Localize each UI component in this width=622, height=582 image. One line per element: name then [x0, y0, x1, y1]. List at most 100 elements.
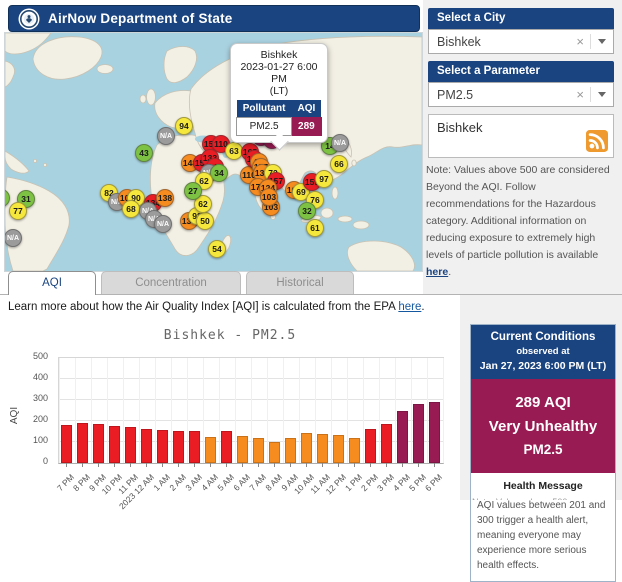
chart-bar — [125, 427, 136, 463]
rss-icon[interactable] — [586, 130, 608, 152]
y-axis-tick: 300 — [33, 393, 48, 403]
chart-bar — [365, 429, 376, 463]
current-conditions-header: Current Conditions observed at Jan 27, 2… — [471, 325, 615, 379]
chart-bar — [141, 429, 152, 463]
chart-bar — [173, 431, 184, 463]
chart-bar — [429, 402, 440, 463]
aqi-marker[interactable]: 94 — [175, 117, 193, 135]
aqi-marker[interactable]: 43 — [135, 144, 153, 162]
tab-concentration[interactable]: Concentration — [101, 271, 241, 294]
note-here-link[interactable]: here — [426, 266, 448, 278]
chart-bar — [397, 411, 408, 463]
state-department-seal-icon — [18, 8, 40, 30]
chart-bar — [317, 434, 328, 463]
current-aqi-category: Very Unhealthy — [474, 418, 612, 435]
chart-bar — [189, 431, 200, 463]
learn-more-here-link[interactable]: here — [398, 301, 421, 313]
chart-bar — [221, 431, 232, 463]
aqi-marker[interactable]: 77 — [9, 202, 27, 220]
popup-city: Bishkek — [235, 49, 323, 61]
chevron-down-icon[interactable] — [598, 39, 606, 44]
tab-aqi[interactable]: AQI — [8, 271, 96, 295]
y-axis-tick: 200 — [33, 414, 48, 424]
y-axis-label: AQI — [9, 407, 20, 424]
city-select[interactable]: Bishkek × — [428, 29, 614, 54]
chart-bar — [205, 437, 216, 463]
aqi-marker[interactable]: N/A — [154, 215, 172, 233]
chevron-down-icon[interactable] — [598, 92, 606, 97]
aqi-marker[interactable]: 66 — [330, 155, 348, 173]
clear-city-icon[interactable]: × — [570, 34, 591, 49]
y-axis-tick: 500 — [33, 351, 48, 361]
current-aqi-block: 289 AQI Very Unhealthy PM2.5 — [471, 379, 615, 473]
feed-box: Bishkek — [428, 114, 614, 158]
aqi-marker[interactable]: 138 — [156, 189, 174, 207]
y-axis-tick: 400 — [33, 372, 48, 382]
x-axis-labels: 7 PM8 PM9 PM10 PM11 PM2023 12 AM1 AM2 AM… — [58, 463, 442, 500]
chart-bar — [381, 424, 392, 463]
aqi-marker[interactable]: N/A — [157, 127, 175, 145]
learn-more-prefix: Learn more about how the Air Quality Ind… — [8, 301, 398, 313]
current-conditions-panel: Current Conditions observed at Jan 27, 2… — [470, 324, 616, 582]
clear-parameter-icon[interactable]: × — [570, 87, 591, 102]
aqi-marker[interactable]: 61 — [306, 219, 324, 237]
chart-title: Bishkek - PM2.5 — [4, 328, 456, 343]
note-suffix: . — [448, 266, 451, 278]
parameter-select-value: PM2.5 — [429, 88, 570, 102]
popup-table: Pollutant AQI PM2.5 289 — [236, 100, 322, 136]
chart-bar — [61, 425, 72, 463]
app-title: AirNow Department of State — [48, 11, 232, 26]
observed-at-value: Jan 27, 2023 6:00 PM (LT) — [474, 360, 612, 372]
x-axis-tick-label: 6 PM — [423, 472, 444, 493]
city-select-value: Bishkek — [429, 35, 570, 49]
chart-bar — [301, 433, 312, 463]
marker-layer: 3177N/A982N/A1019068134N/AN/AN/A13813998… — [5, 33, 422, 271]
chart-bar — [333, 435, 344, 463]
chart-bar — [413, 404, 424, 463]
aqi-marker[interactable]: N/A — [331, 134, 349, 152]
select-city-header: Select a City — [428, 8, 614, 29]
aqi-marker[interactable]: 97 — [315, 170, 333, 188]
observed-at-label: observed at — [474, 346, 612, 357]
chart-bar — [93, 424, 104, 463]
aqi-marker[interactable]: 68 — [122, 200, 140, 218]
chart-bar — [269, 442, 280, 463]
note-text: Note: Values above 500 are considered Be… — [426, 164, 610, 261]
chart-bar — [109, 426, 120, 463]
app-header: AirNow Department of State — [8, 5, 420, 32]
current-conditions-title: Current Conditions — [474, 331, 612, 343]
popup-lt: (LT) — [235, 85, 323, 97]
tab-bar: AQI Concentration Historical — [8, 271, 354, 295]
chart-bar — [77, 423, 88, 463]
current-aqi-parameter: PM2.5 — [474, 442, 612, 457]
aqi-marker[interactable]: 103 — [260, 188, 278, 206]
popup-pollutant-value: PM2.5 — [237, 118, 292, 136]
tab-historical[interactable]: Historical — [246, 271, 354, 294]
aqi-marker[interactable]: 54 — [208, 240, 226, 258]
aqi-marker[interactable]: N/A — [4, 229, 22, 247]
sidebar-note: Note: Values above 500 are considered Be… — [426, 162, 616, 281]
chart-bar — [349, 438, 360, 463]
learn-more-suffix: . — [421, 301, 424, 313]
select-parameter-header: Select a Parameter — [428, 61, 614, 82]
current-aqi-value: 289 AQI — [474, 394, 612, 411]
popup-col-pollutant: Pollutant — [237, 100, 292, 118]
health-message-title: Health Message — [477, 480, 609, 492]
world-map[interactable]: 3177N/A982N/A1019068134N/AN/AN/A13813998… — [4, 32, 423, 272]
chart-bar — [285, 438, 296, 463]
y-axis-tick: 0 — [43, 456, 48, 466]
learn-more-text: Learn more about how the Air Quality Ind… — [8, 301, 425, 313]
chart-bar — [237, 436, 248, 463]
popup-datetime: 2023-01-27 6:00 PM — [235, 61, 323, 85]
aqi-marker[interactable]: 9 — [4, 189, 10, 207]
aqi-marker[interactable]: 32 — [298, 202, 316, 220]
chart-bar — [253, 438, 264, 463]
parameter-select[interactable]: PM2.5 × — [428, 82, 614, 107]
health-message-text: AQI values between 201 and 300 trigger a… — [477, 498, 609, 573]
plot-area — [58, 357, 444, 464]
aqi-chart: Bishkek - PM2.5 AQI 0100200300400500 7 P… — [4, 318, 456, 500]
aqi-marker[interactable]: 50 — [196, 212, 214, 230]
health-message-section: Health Message AQI values between 201 an… — [471, 473, 615, 581]
popup-col-aqi: AQI — [292, 100, 322, 118]
aqi-marker[interactable]: 27 — [184, 182, 202, 200]
